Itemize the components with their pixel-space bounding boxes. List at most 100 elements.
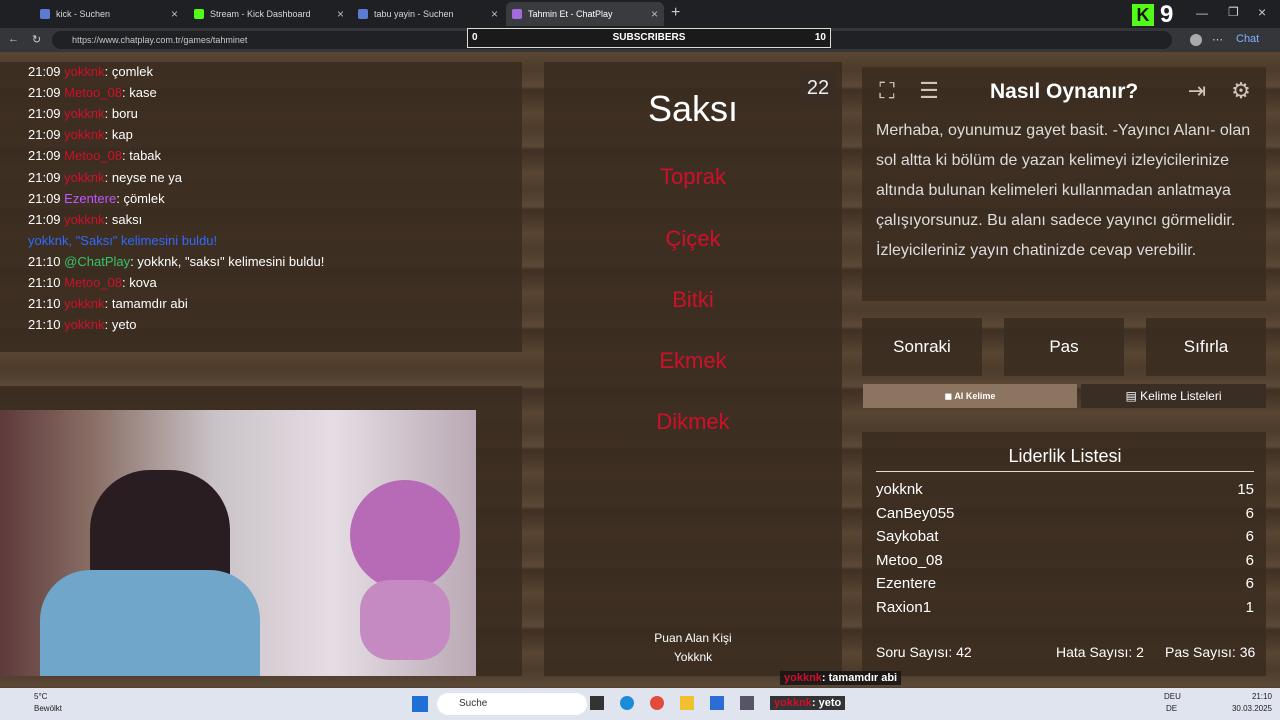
question-count: Soru Sayısı: 42 — [876, 644, 972, 660]
chat-message: : yeto — [104, 317, 137, 333]
search-icon — [40, 9, 50, 19]
chat-time: 21:09 — [28, 169, 61, 185]
target-word: Saksı — [647, 88, 739, 129]
pass-count: Pas Sayısı: 36 — [1165, 644, 1256, 660]
close-icon[interactable]: × — [171, 2, 178, 26]
fullscreen-icon[interactable]: ⛶ — [872, 76, 902, 106]
windows-start-icon[interactable] — [412, 696, 428, 712]
player-name: Raxion1 — [876, 599, 932, 616]
url-text: https://www.chatplay.com.tr/games/tahmin… — [72, 35, 248, 45]
tab-label: tabu yayin - Suchen — [374, 9, 454, 19]
chat-line: 21:09 yokknk: çomlek — [28, 64, 153, 79]
edge-icon[interactable] — [620, 696, 634, 710]
kick-count: 9 — [1160, 1, 1174, 28]
chat-line: 21:09 yokknk: kap — [28, 127, 133, 142]
player-name: Saykobat — [876, 528, 939, 546]
chat-user: Ezentere — [64, 190, 117, 206]
player-score: 6 — [1245, 551, 1254, 569]
hoodie — [40, 570, 260, 676]
chat-line: 21:10 yokknk: yeto — [28, 317, 136, 332]
reload-icon[interactable]: ↻ — [32, 33, 41, 46]
task-view-icon[interactable] — [590, 696, 604, 710]
menu-icon[interactable]: ⋯ — [1212, 33, 1223, 46]
tab-kick-search[interactable]: kick - Suchen × — [34, 2, 184, 26]
app-icon[interactable] — [740, 696, 754, 710]
taskbar-search[interactable]: Suche — [437, 693, 587, 715]
forbidden-word: Ekmek — [659, 348, 727, 373]
exit-icon[interactable]: ⇥ — [1182, 76, 1212, 106]
chat-user: @ChatPlay — [64, 253, 131, 269]
how-to-play-title: Nasıl Oynanır? — [990, 80, 1139, 103]
pass-button[interactable]: Pas — [1004, 318, 1124, 376]
kick-icon — [194, 9, 204, 19]
sub-goal: 10 — [814, 32, 826, 43]
chat-message: : boru — [104, 106, 138, 122]
player-name: Ezentere — [876, 575, 937, 593]
close-icon[interactable]: × — [651, 2, 658, 26]
ai-word-button[interactable]: ◼ AI Kelime — [863, 384, 1077, 408]
chat-user: yokknk — [64, 317, 105, 333]
weather-text: Bewölkt — [34, 704, 63, 713]
back-icon[interactable]: ← — [8, 33, 19, 45]
chat-message: : kap — [104, 127, 133, 143]
chat-time: 21:10 — [28, 317, 61, 333]
close-icon[interactable]: × — [337, 2, 344, 26]
chat-message: : saksı — [104, 211, 143, 227]
weather-temp[interactable]: 5°C — [34, 692, 47, 701]
chat-user: yokknk — [64, 64, 105, 79]
ai-word-label: AI Kelime — [954, 391, 996, 401]
tab-kick-dashboard[interactable]: Stream - Kick Dashboard × — [188, 2, 350, 26]
next-button[interactable]: Sonraki — [862, 318, 982, 376]
minimize-icon[interactable]: — — [1196, 6, 1208, 20]
gear-icon[interactable]: ⚙ — [1226, 76, 1256, 106]
store-icon[interactable] — [710, 696, 724, 710]
chat-line: 21:09 Metoo_08: kase — [28, 85, 157, 100]
overlay-chat-line: yokknk: tamamdır abi — [780, 671, 902, 685]
tab-label: Stream - Kick Dashboard — [210, 9, 311, 19]
chat-message: : tamamdır abi — [104, 296, 188, 312]
chat-user: Metoo_08 — [64, 275, 122, 290]
chat-message: : neyse ne ya — [104, 169, 182, 185]
chrome-icon[interactable] — [650, 696, 664, 710]
close-window-icon[interactable]: × — [1258, 4, 1266, 20]
notes-icon[interactable]: ☰ — [914, 76, 944, 106]
maximize-icon[interactable]: ❐ — [1228, 5, 1239, 19]
chat-button[interactable]: Chat — [1236, 33, 1259, 45]
tab-tabu-search[interactable]: tabu yayin - Suchen × — [352, 2, 504, 26]
profile-avatar[interactable] — [1190, 34, 1202, 46]
chat-message: : kova — [122, 275, 157, 290]
chat-time: 21:09 — [28, 190, 61, 206]
word-lists-button[interactable]: ▤ Kelime Listeleri — [1081, 384, 1266, 408]
chat-message: : tabak — [122, 148, 162, 164]
timer-counter: 22 — [800, 70, 836, 106]
reset-button[interactable]: Sıfırla — [1146, 318, 1266, 376]
chat-line: yokknk, "Saksı" kelimesini buldu! — [28, 233, 217, 248]
player-name: Metoo_08 — [876, 551, 943, 569]
leaderboard-title: Liderlik Listesi — [1008, 446, 1122, 466]
folder-icon[interactable] — [680, 696, 694, 710]
search-icon — [358, 9, 368, 19]
chat-time: 21:09 — [28, 127, 61, 143]
player-name: CanBey055 — [876, 504, 955, 522]
player-score: 6 — [1245, 575, 1254, 593]
overlay-user: yokknk — [784, 672, 822, 684]
kick-badge: K — [1132, 4, 1154, 26]
close-icon[interactable]: × — [491, 2, 498, 26]
chat-line: 21:09 yokknk: neyse ne ya — [28, 170, 182, 185]
tab-tahmin-et[interactable]: Tahmin Et - ChatPlay × — [506, 2, 664, 26]
clock-date: 30.03.2025 — [1231, 704, 1272, 713]
taskbar: 5°C Bewölkt Suche yokknk: yeto DEU DE 21… — [0, 688, 1280, 720]
clock-time[interactable]: 21:10 — [1218, 692, 1272, 701]
lang-1[interactable]: DEU — [1164, 692, 1181, 701]
tab-label: Tahmin Et - ChatPlay — [528, 9, 613, 19]
overlay-msg: : yeto — [811, 697, 842, 709]
player-score: 6 — [1245, 528, 1254, 546]
new-tab-button[interactable]: + — [671, 4, 680, 22]
overlay-chat-line: yokknk: yeto — [770, 696, 846, 710]
player-name: yokknk — [876, 481, 923, 498]
player-score: 1 — [1245, 599, 1254, 616]
search-text: Suche — [459, 698, 488, 709]
chat-user: yokknk — [64, 106, 105, 122]
how-to-play-text: Merhaba, oyunumuz gayet basit. -Yayıncı … — [876, 122, 1251, 259]
chat-user: Metoo_08 — [64, 148, 122, 164]
